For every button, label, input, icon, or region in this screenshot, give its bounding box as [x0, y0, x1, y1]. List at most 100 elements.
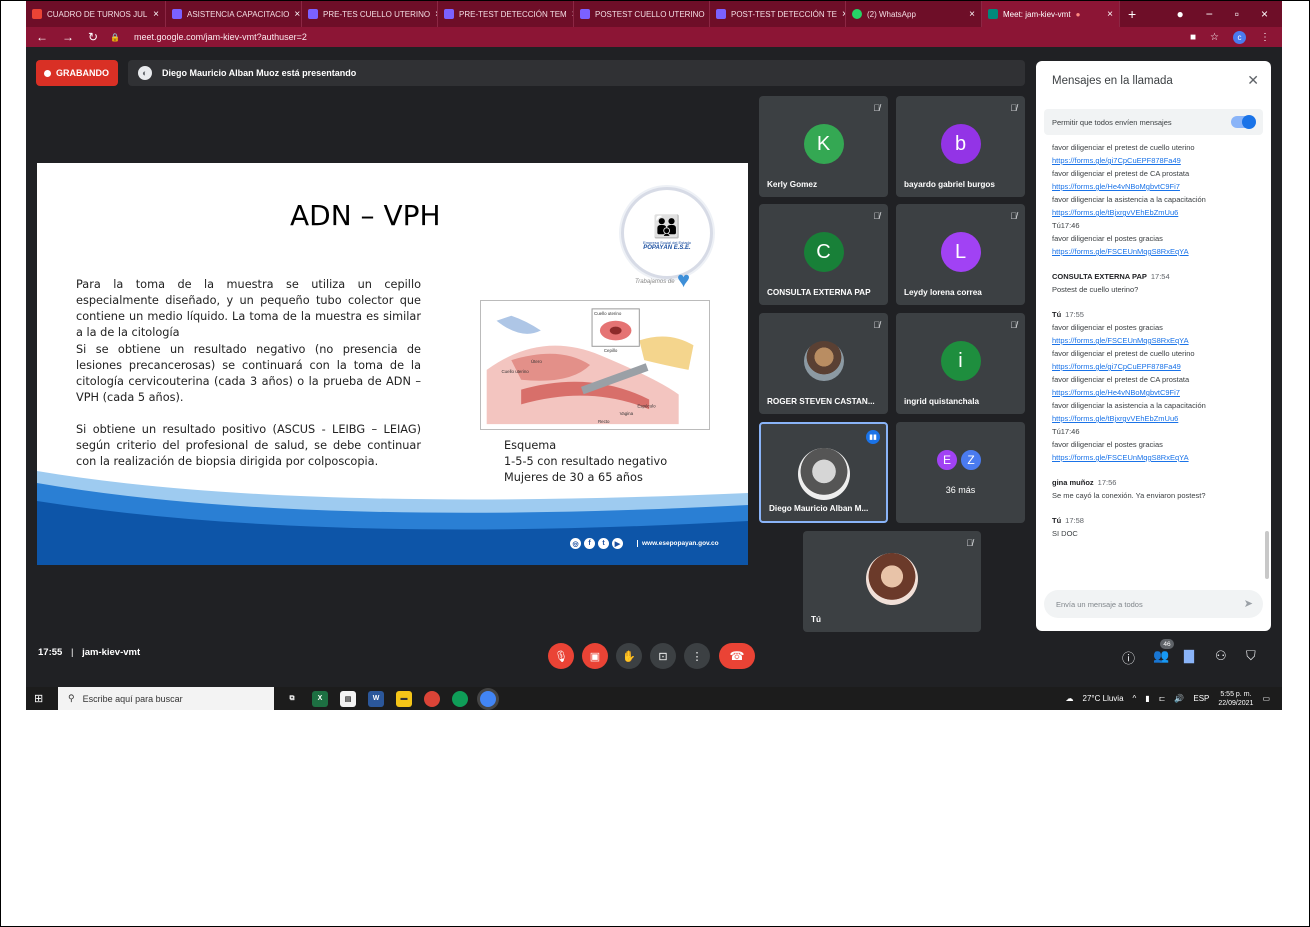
task-view-icon[interactable]: ⧉	[284, 691, 300, 707]
weather-label[interactable]: 27°C Lluvia	[1083, 694, 1124, 703]
camera-toggle-button[interactable]: ▣	[582, 643, 608, 669]
participant-tile-speaking[interactable]: ▮▮ Diego Mauricio Alban M...	[759, 422, 888, 523]
menu-kebab-icon[interactable]: ⋮	[1260, 32, 1270, 43]
chat-link[interactable]: https://forms.gle/He4vNBoMgbvtC9Fi7	[1052, 386, 1257, 399]
participant-name: CONSULTA EXTERNA PAP	[767, 288, 871, 297]
participant-tile[interactable]: 🎙̸ L Leydy lorena correa	[896, 204, 1025, 305]
close-icon[interactable]: ✕	[1247, 72, 1259, 89]
close-icon[interactable]: ×	[294, 9, 300, 20]
tab-pretes-cuello[interactable]: PRE-TES CUELLO UTERINO×	[302, 1, 438, 27]
chat-messages: favor diligenciar el pretest de cuello u…	[1052, 141, 1257, 540]
permit-toggle[interactable]	[1231, 115, 1256, 129]
file-explorer-icon[interactable]: ▬	[396, 690, 412, 707]
participant-tile[interactable]: 🎙̸ K Kerly Gomez	[759, 96, 888, 197]
profile-avatar[interactable]: c	[1233, 30, 1246, 44]
host-controls-icon[interactable]: ⛉	[1246, 648, 1256, 664]
chrome-active-icon[interactable]	[480, 690, 496, 707]
heart-icon: ♥	[677, 267, 691, 292]
send-icon[interactable]: ➤	[1244, 597, 1253, 610]
chrome-icon[interactable]	[424, 690, 440, 707]
forward-icon[interactable]: →	[62, 30, 74, 44]
present-screen-icon: ⊡	[658, 650, 668, 663]
chrome-profile-icon[interactable]	[452, 690, 468, 707]
clock[interactable]: 5:55 p. m. 22/09/2021	[1218, 690, 1253, 708]
self-tile[interactable]: 🎙̸ Tú	[803, 531, 981, 632]
diagram-label: Espéculo	[637, 403, 656, 408]
camera-indicator-icon[interactable]: ■	[1190, 32, 1196, 43]
present-button[interactable]: ⊡	[650, 643, 676, 669]
participant-tile[interactable]: 🎙̸ b bayardo gabriel burgos	[896, 96, 1025, 197]
chat-message: favor diligenciar el pretest de cuello u…	[1052, 143, 1195, 152]
more-options-button[interactable]: ⋮	[684, 643, 710, 669]
website-label: www.esepopayan.gov.co	[637, 540, 719, 547]
chat-link[interactable]: https://forms.gle/FSCEUnMqgS8RxEqYA	[1052, 334, 1257, 347]
chat-scrollbar[interactable]	[1265, 531, 1269, 579]
volume-icon[interactable]: 🔊	[1174, 694, 1184, 703]
store-icon[interactable]: ▤	[340, 690, 356, 707]
hand-icon: ✋	[622, 650, 636, 663]
avatar: K	[803, 124, 844, 164]
hang-up-icon: ☎	[729, 649, 745, 663]
presenting-banner: ◐ Diego Mauricio Alban Muoz está presenta…	[128, 60, 1025, 86]
tab-asistencia[interactable]: ASISTENCIA CAPACITACIO ×	[166, 1, 302, 27]
chat-link[interactable]: https://forms.gle/FSCEUnMqgS8RxEqYA	[1052, 451, 1257, 464]
permit-messages-row: Permitir que todos envíen mensajes	[1044, 109, 1263, 135]
people-count-badge: 46	[1160, 639, 1174, 649]
tab-meet[interactable]: Meet: jam-kiev-vmt ● ×	[982, 1, 1120, 27]
mic-tray-icon[interactable]: ▮	[1145, 694, 1149, 703]
participant-tile[interactable]: 🎙̸ C CONSULTA EXTERNA PAP	[759, 204, 888, 305]
tab-postest-cuello[interactable]: POSTEST CUELLO UTERINO×	[574, 1, 710, 27]
maximize-icon[interactable]: ▫	[1235, 7, 1239, 21]
chat-input[interactable]: Envía un mensaje a todos ➤	[1044, 590, 1263, 618]
forms-icon	[580, 9, 590, 19]
bookmark-star-icon[interactable]: ☆	[1210, 32, 1219, 43]
tab-search-icon[interactable]: ●	[1176, 7, 1183, 21]
back-icon[interactable]: ←	[36, 30, 48, 44]
participant-tile[interactable]: 🎙̸ i ingrid quistanchala	[896, 313, 1025, 414]
windows-start-icon[interactable]: ⊞	[34, 692, 48, 705]
window-controls: ● − ▫ ×	[1176, 7, 1282, 21]
tab-whatsapp[interactable]: (2) WhatsApp ×	[846, 1, 982, 27]
mic-toggle-button[interactable]: 🎙	[548, 643, 574, 669]
close-icon[interactable]: ×	[1107, 9, 1113, 20]
chat-link[interactable]: https://forms.gle/tBjxrgvVEhEbZmUu6	[1052, 206, 1257, 219]
word-icon[interactable]: W	[368, 690, 384, 707]
social-icons: ◎ f t ▶	[570, 538, 623, 549]
close-icon[interactable]: ×	[153, 9, 159, 20]
chat-link[interactable]: https://forms.gle/tBjxrgvVEhEbZmUu6	[1052, 412, 1257, 425]
network-icon[interactable]: ⊏	[1159, 694, 1166, 703]
more-participants-tile[interactable]: E Z 36 más	[896, 422, 1025, 523]
mic-off-icon: 🎙̸	[1010, 320, 1017, 330]
meeting-code: jam-kiev-vmt	[82, 647, 141, 658]
chat-icon[interactable]: ▇	[1184, 648, 1194, 664]
chat-link[interactable]: https://forms.gle/FSCEUnMqgS8RxEqYA	[1052, 245, 1257, 258]
forms-icon	[444, 9, 454, 19]
chat-link[interactable]: https://forms.gle/He4vNBoMgbvtC9Fi7	[1052, 180, 1257, 193]
participant-tile[interactable]: 🎙̸ ROGER STEVEN CASTAN...	[759, 313, 888, 414]
tab-posttest-deteccion[interactable]: POST-TEST DETECCIÓN TE×	[710, 1, 846, 27]
reload-icon[interactable]: ↻	[88, 30, 98, 44]
tab-pretest-deteccion[interactable]: PRE-TEST DETECCIÓN TEM×	[438, 1, 574, 27]
close-window-icon[interactable]: ×	[1261, 7, 1268, 21]
chat-link[interactable]: https://forms.gle/gi7CpCuEPF878Fa49	[1052, 360, 1257, 373]
taskbar-search[interactable]: ⚲ Escribe aquí para buscar	[58, 687, 274, 710]
chevron-up-icon[interactable]: ^	[1133, 694, 1137, 703]
chat-message: Se me cayó la conexión. Ya enviaron post…	[1052, 491, 1206, 500]
language-label[interactable]: ESP	[1193, 694, 1209, 703]
slide-title: ADN – VPH	[290, 199, 441, 232]
activities-icon[interactable]: ⚇	[1215, 648, 1227, 664]
new-tab-icon[interactable]: +	[1128, 6, 1136, 22]
leave-call-button[interactable]: ☎	[719, 643, 755, 669]
minimize-icon[interactable]: −	[1206, 7, 1213, 21]
people-icon[interactable]: 👥	[1153, 648, 1169, 664]
diagram-label: Cepillo	[604, 348, 618, 353]
chat-title: Mensajes en la llamada	[1052, 75, 1173, 87]
close-icon[interactable]: ×	[969, 9, 975, 20]
excel-icon[interactable]: X	[312, 690, 328, 707]
tab-cuadro-turnos[interactable]: CUADRO DE TURNOS JUL ×	[26, 1, 166, 27]
raise-hand-button[interactable]: ✋	[616, 643, 642, 669]
notifications-icon[interactable]: ▭	[1262, 694, 1270, 703]
chat-link[interactable]: https://forms.gle/gi7CpCuEPF878Fa49	[1052, 154, 1257, 167]
url-field[interactable]: meet.google.com/jam-kiev-vmt?authuser=2	[134, 32, 307, 42]
info-icon[interactable]: ⓘ	[1122, 648, 1135, 667]
